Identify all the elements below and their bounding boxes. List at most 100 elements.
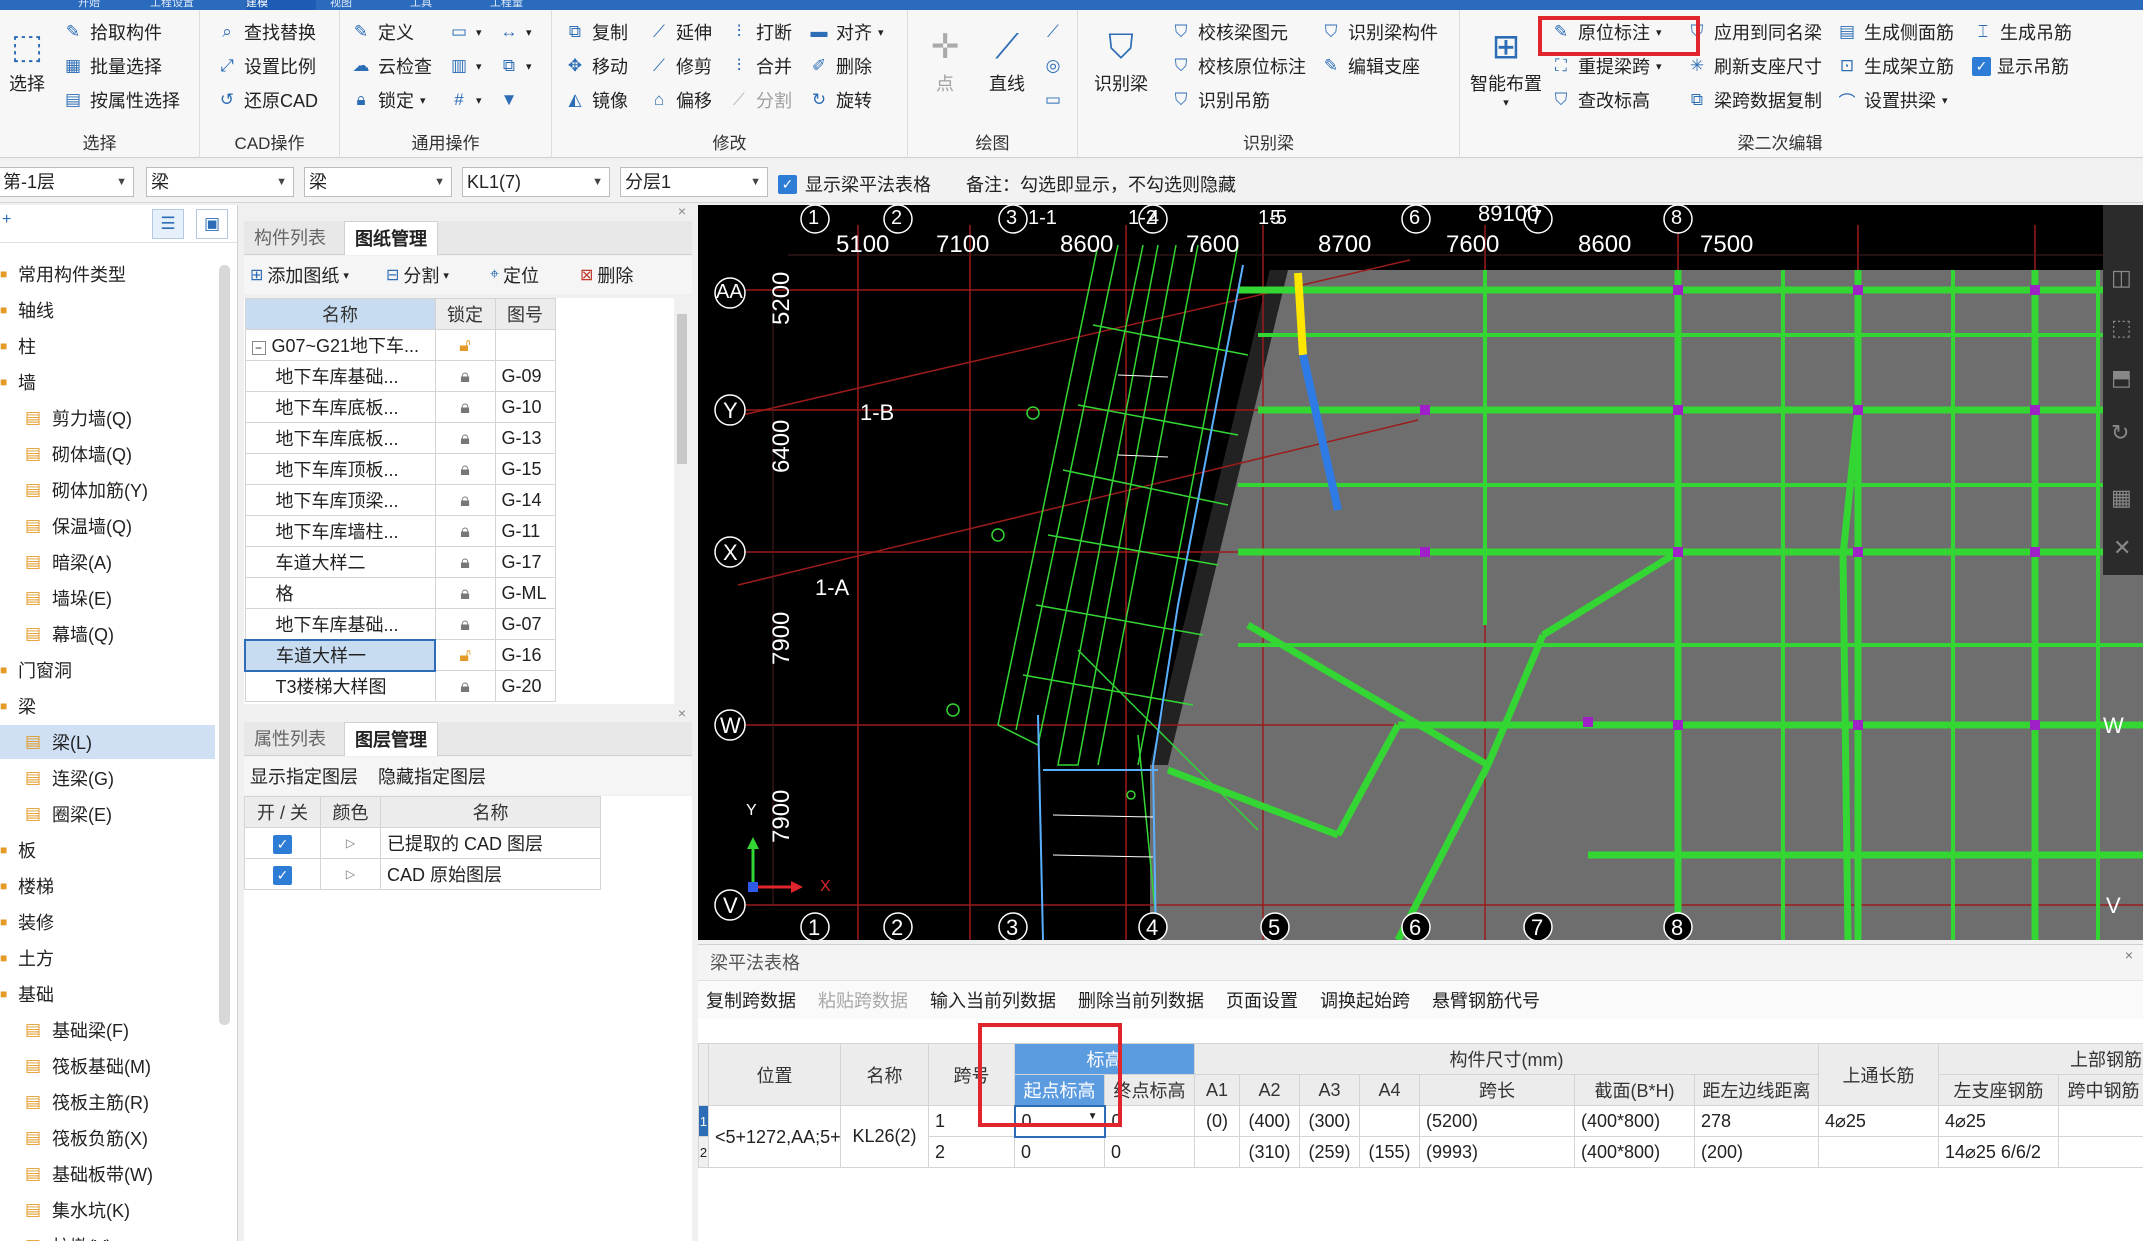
cell-edge-distance[interactable]: 278 [1694, 1105, 1819, 1137]
group-cad-ops-label[interactable]: CAD操作 [200, 129, 339, 154]
expand-icon[interactable]: ■ [0, 303, 10, 317]
tree-item[interactable]: ▤ 墙垛(E) [0, 581, 215, 615]
cell-left-seat-rebar[interactable]: 4⌀25 [1938, 1105, 2059, 1137]
col-mid-span-rebar[interactable]: 跨中钢筋 [2058, 1074, 2143, 1106]
expand-icon[interactable]: ■ [0, 699, 10, 713]
cloud-check-button[interactable]: ☁ 云检查 [350, 50, 433, 82]
break-button[interactable]: ⫶ 打断 [728, 16, 792, 48]
close-icon[interactable]: × [2125, 947, 2133, 963]
tree-item[interactable]: ▤ 筏板基础(M) [0, 1049, 215, 1083]
drawing-name[interactable]: 车道大样一 [244, 638, 436, 672]
col-span-no[interactable]: 跨号 [928, 1043, 1015, 1106]
box-view-icon[interactable]: ⬒ [2111, 365, 2132, 391]
tab-tools[interactable]: 工具 [410, 0, 470, 10]
cell-a4[interactable]: (155) [1359, 1136, 1420, 1168]
lock-icon[interactable]: 🔒︎ [434, 546, 496, 578]
drawing-row[interactable]: 地下车库顶板... 🔒︎ G-15 [244, 453, 556, 485]
rect-tool[interactable]: ▭ [1042, 84, 1064, 116]
tree-item[interactable]: ▤ 砌体加筋(Y) [0, 473, 215, 507]
cell-span-no[interactable]: 1 [928, 1105, 1015, 1137]
align-button[interactable]: ▬ 对齐 ▾ [808, 16, 884, 48]
tree-item[interactable]: ▤ 连梁(G) [0, 761, 215, 795]
lock-icon[interactable]: 🔒︎ [434, 577, 496, 609]
dimension-tool[interactable]: ↔ ▾ [498, 16, 532, 48]
new-icon[interactable]: + [2, 211, 11, 229]
tree-item[interactable]: ▤ 梁(L) [0, 725, 215, 759]
unlock-icon[interactable]: 🔓︎ [434, 329, 496, 361]
tree-item[interactable]: ■ 板 [0, 833, 215, 867]
input-column-data-button[interactable]: 输入当前列数据 [930, 987, 1056, 1013]
recognize-hanger-button[interactable]: ⛉ 识别吊筋 [1170, 84, 1270, 116]
drawing-name[interactable]: 地下车库基础... [244, 608, 436, 640]
refresh-support-button[interactable]: ✳ 刷新支座尺寸 [1686, 50, 1822, 82]
group-modify-label[interactable]: 修改 [552, 129, 907, 154]
expand-icon[interactable]: ■ [0, 843, 10, 857]
lock-icon[interactable]: 🔒︎ [434, 484, 496, 516]
tree-item[interactable]: ▤ 集水坑(K) [0, 1193, 215, 1227]
tab-component-list[interactable]: 构件列表 [244, 221, 336, 255]
drawing-name[interactable]: 地下车库底板... [244, 422, 436, 454]
tree-item[interactable]: ■ 装修 [0, 905, 215, 939]
drawing-row[interactable]: T3楼梯大样图 🔒︎ G-20 [244, 670, 556, 702]
line-button[interactable]: ⟋ 直线 [984, 24, 1030, 96]
cell-span-no[interactable]: 2 [928, 1136, 1015, 1168]
close-icon[interactable]: ✕ [2113, 535, 2131, 561]
drawing-row[interactable]: 地下车库基础... 🔒︎ G-09 [244, 360, 556, 392]
point-button[interactable]: ✛ 点 [922, 24, 968, 96]
expand-icon[interactable]: ■ [0, 879, 10, 893]
col-position[interactable]: 位置 [708, 1043, 841, 1106]
find-replace-button[interactable]: ⌕ 查找替换 [216, 16, 316, 48]
drawing-row[interactable]: 地下车库墙柱... 🔒︎ G-11 [244, 515, 556, 547]
gen-erection-rebar-button[interactable]: ⊡ 生成架立筋 [1836, 50, 1954, 82]
cad-canvas[interactable]: 1 2 3 1-1 1-2 4 1-5 5 6 7 8 5100 7100 86… [698, 205, 2143, 940]
page-setup-button[interactable]: 页面设置 [1226, 987, 1298, 1013]
cell-a1[interactable]: (0) [1194, 1105, 1240, 1137]
group-beam-edit-label[interactable]: 梁二次编辑 [1460, 129, 2100, 154]
cell-start-elevation[interactable]: 0 [1014, 1136, 1105, 1168]
drawing-row[interactable]: 地下车库底板... 🔒︎ G-13 [244, 422, 556, 454]
select-by-property-button[interactable]: ▤ 按属性选择 [62, 84, 180, 116]
define-button[interactable]: ✎ 定义 [350, 16, 414, 48]
copy-span-data-button[interactable]: 复制跨数据 [706, 987, 796, 1013]
calculator-icon[interactable]: ▦ [2111, 485, 2132, 511]
cell-span-length[interactable]: (5200) [1419, 1105, 1575, 1137]
table-row[interactable]: 1 <5+1272,AA;5+... KL26(2) 1 0▼ 0 (0) (4… [698, 1104, 2143, 1168]
lock-icon[interactable]: 🔒︎ [434, 670, 496, 702]
cell-a3[interactable]: (259) [1299, 1136, 1360, 1168]
layer-toggle[interactable]: ✓ [244, 827, 321, 859]
tree-item[interactable]: ▤ 筏板主筋(R) [0, 1085, 215, 1119]
check-elevation-button[interactable]: ⛉ 查改标高 [1550, 84, 1650, 116]
drawing-name[interactable]: 车道大样二 [244, 546, 436, 578]
col-name[interactable]: 名称 [244, 298, 436, 330]
col-color[interactable]: 颜色 [320, 796, 381, 828]
tab-view[interactable]: 视图 [330, 0, 390, 10]
re-extract-span-button[interactable]: ⛶ 重提梁跨 ▾ [1550, 50, 1661, 82]
mirror-button[interactable]: ◭ 镜像 [564, 84, 628, 116]
expand-icon[interactable]: ■ [0, 951, 10, 965]
tab-start[interactable]: 开始 [78, 0, 148, 10]
drawing-row[interactable]: 车道大样一 🔓︎ G-16 [244, 638, 556, 672]
component-type-select[interactable]: 梁 ▼ [146, 167, 294, 197]
drawing-name[interactable]: T3楼梯大样图 [244, 670, 436, 702]
show-beam-table-toggle[interactable]: ✓ 显示梁平法表格 [778, 171, 931, 197]
cell-start-elevation[interactable]: 0 ▼ [1013, 1104, 1106, 1138]
cell-a3[interactable]: (300) [1299, 1105, 1360, 1137]
gen-side-rebar-button[interactable]: ▤ 生成侧面筋 [1836, 16, 1954, 48]
offset-button[interactable]: ⌂ 偏移 [648, 84, 712, 116]
lock-icon[interactable]: 🔒︎ [434, 391, 496, 423]
drawing-name[interactable]: 格 [244, 577, 436, 609]
lock-icon[interactable]: 🔒︎ [434, 608, 496, 640]
pick-component-button[interactable]: ✎ 拾取构件 [62, 16, 162, 48]
cell-end-elevation[interactable]: 0 [1104, 1105, 1195, 1137]
cantilever-code-button[interactable]: 悬臂钢筋代号 [1432, 987, 1540, 1013]
tree-item[interactable]: ▤ 幕墙(Q) [0, 617, 215, 651]
col-lock[interactable]: 锁定 [434, 298, 496, 330]
expand-icon[interactable]: ■ [0, 375, 10, 389]
in-situ-annotation-button[interactable]: ✎ 原位标注 ▾ [1550, 16, 1662, 48]
drawing-group-row[interactable]: − G07~G21地下车... 🔓︎ [244, 329, 556, 361]
drawing-row[interactable]: 地下车库底板... 🔒︎ G-10 [244, 391, 556, 423]
col-section[interactable]: 截面(B*H) [1574, 1074, 1695, 1106]
col-a3[interactable]: A3 [1299, 1074, 1360, 1106]
collapse-icon[interactable]: − [251, 341, 266, 355]
layer-row[interactable]: ✓ ▷ 已提取的 CAD 图层 [244, 827, 601, 859]
